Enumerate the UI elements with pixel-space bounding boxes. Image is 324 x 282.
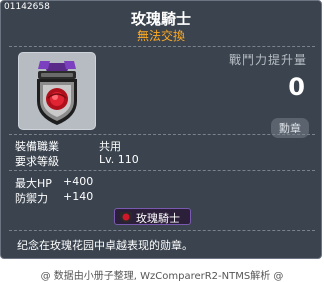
rose-medal-small-icon — [120, 212, 132, 223]
divider — [9, 46, 315, 47]
category-badge: 勳章 — [271, 118, 309, 138]
power-increase-value: 0 — [288, 73, 305, 101]
item-tooltip: 01142658 玫瑰騎士 無法交換 戰鬥力提升量 0 勳章 裝備職業 共用 要… — [0, 0, 322, 259]
item-description: 纪念在玫瑰花园中卓越表现的勋章。 — [17, 239, 193, 252]
divider — [9, 230, 315, 231]
medal-tag-label: 玫瑰騎士 — [136, 212, 180, 225]
divider — [9, 170, 315, 171]
stat-value: +140 — [63, 190, 94, 203]
trade-status: 無法交換 — [136, 29, 185, 43]
item-name: 玫瑰騎士 — [130, 10, 191, 28]
stat-label: 最大HP — [15, 177, 52, 190]
stat-row: 最大HP +400 — [15, 175, 215, 190]
job-row: 裝備職業 共用 — [15, 138, 215, 153]
level-row: 要求等級 Lv. 110 — [15, 153, 215, 168]
divider — [9, 134, 315, 135]
level-label: 要求等級 — [15, 155, 59, 168]
stat-value: +400 — [63, 175, 94, 188]
level-value: Lv. 110 — [99, 153, 139, 166]
medal-name-tag: 玫瑰騎士 — [114, 208, 191, 225]
job-label: 裝備職業 — [15, 140, 59, 153]
job-value: 共用 — [99, 140, 121, 153]
footer-credit: @ 数据由小册子整理, WzComparerR2-NTMS解析 @ — [40, 271, 284, 282]
power-increase-label: 戰鬥力提升量 — [228, 53, 307, 67]
stat-row: 防禦力 +140 — [15, 190, 215, 205]
rose-knight-medal-icon — [37, 61, 77, 125]
stat-label: 防禦力 — [15, 192, 48, 205]
item-icon-frame — [18, 52, 96, 130]
